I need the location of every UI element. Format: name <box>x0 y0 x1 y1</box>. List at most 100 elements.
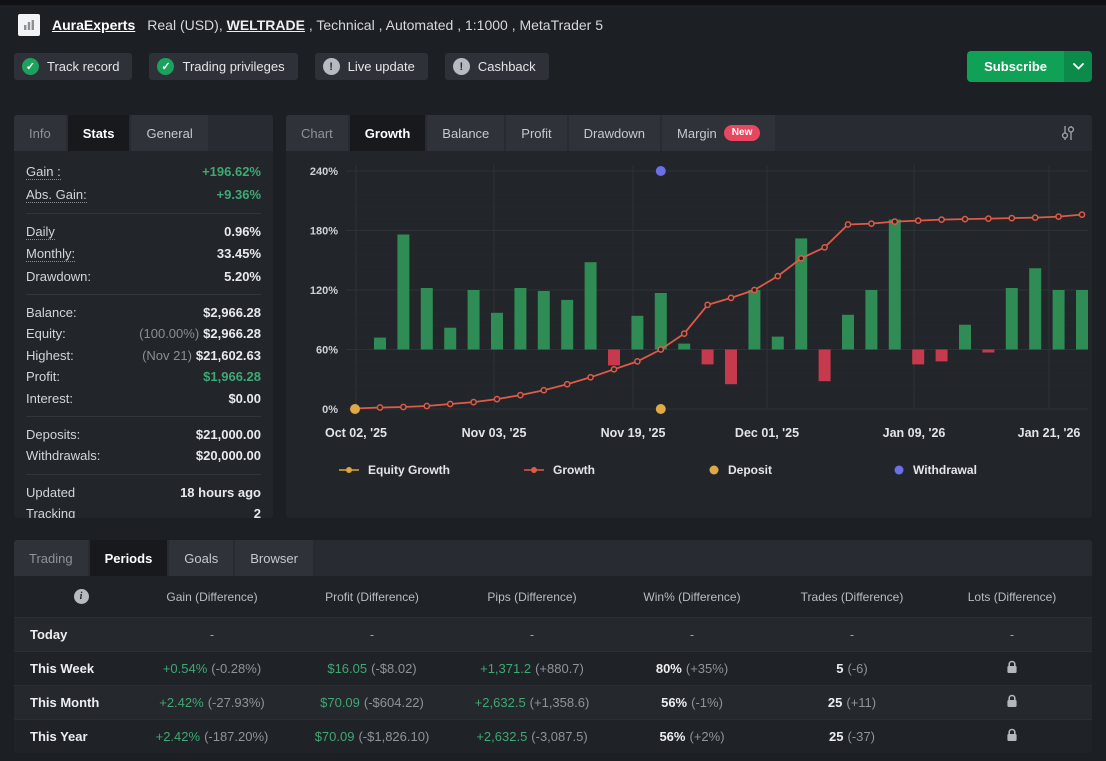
account-avatar[interactable] <box>18 14 40 36</box>
growth-bar-positive[interactable] <box>842 315 854 350</box>
tab-balance[interactable]: Balance <box>427 115 504 151</box>
tab-drawdown[interactable]: Drawdown <box>569 115 660 151</box>
subscribe-dropdown-button[interactable] <box>1064 51 1092 82</box>
growth-bar-negative[interactable] <box>936 350 948 362</box>
growth-line-marker[interactable] <box>565 382 570 387</box>
growth-line-marker[interactable] <box>377 405 382 410</box>
growth-bar-positive[interactable] <box>1053 290 1065 350</box>
growth-bar-negative[interactable] <box>702 350 714 365</box>
growth-bar-positive[interactable] <box>1076 290 1088 350</box>
legend-item-growth[interactable]: Growth <box>523 463 708 477</box>
growth-line[interactable] <box>355 215 1082 409</box>
growth-bar-positive[interactable] <box>514 288 526 350</box>
growth-line-marker[interactable] <box>962 217 967 222</box>
growth-bar-negative[interactable] <box>819 350 831 382</box>
growth-line-marker[interactable] <box>845 222 850 227</box>
growth-line-marker[interactable] <box>588 375 593 380</box>
tab-goals[interactable]: Goals <box>169 540 233 576</box>
growth-line-marker[interactable] <box>728 295 733 300</box>
growth-bar-positive[interactable] <box>374 338 386 350</box>
growth-line-marker[interactable] <box>799 256 804 261</box>
growth-line-marker[interactable] <box>1009 216 1014 221</box>
growth-bar-positive[interactable] <box>1006 288 1018 350</box>
stat-label[interactable]: Abs. Gain: <box>26 187 87 203</box>
growth-line-marker[interactable] <box>424 403 429 408</box>
tab-general[interactable]: General <box>131 115 207 151</box>
growth-bar-positive[interactable] <box>889 220 901 350</box>
growth-bar-positive[interactable] <box>491 313 503 350</box>
growth-bar-positive[interactable] <box>678 344 690 350</box>
growth-line-marker[interactable] <box>752 287 757 292</box>
badge-trading-privileges[interactable]: ✓Trading privileges <box>149 53 297 80</box>
growth-chart[interactable]: 0%60%120%180%240%Oct 02, '25Nov 03, '25N… <box>290 157 1092 451</box>
growth-line-marker[interactable] <box>448 401 453 406</box>
growth-bar-positive[interactable] <box>772 337 784 350</box>
growth-line-marker[interactable] <box>892 219 897 224</box>
deposit-marker[interactable] <box>656 404 666 414</box>
tab-stats[interactable]: Stats <box>68 115 130 151</box>
growth-line-marker[interactable] <box>1033 215 1038 220</box>
growth-line-marker[interactable] <box>939 217 944 222</box>
growth-line-marker[interactable] <box>494 397 499 402</box>
growth-line-marker[interactable] <box>471 400 476 405</box>
growth-line-marker[interactable] <box>916 218 921 223</box>
tab-trading[interactable]: Trading <box>14 540 88 576</box>
growth-bar-positive[interactable] <box>421 288 433 350</box>
tab-margin[interactable]: MarginNew <box>662 115 775 151</box>
account-name-link[interactable]: AuraExperts <box>52 17 135 33</box>
growth-bar-positive[interactable] <box>748 290 760 350</box>
growth-line-marker[interactable] <box>705 302 710 307</box>
growth-bar-positive[interactable] <box>444 328 456 350</box>
growth-line-marker[interactable] <box>682 331 687 336</box>
tab-chart[interactable]: Chart <box>286 115 348 151</box>
growth-line-marker[interactable] <box>775 274 780 279</box>
badge-track-record[interactable]: ✓Track record <box>14 53 132 80</box>
growth-bar-positive[interactable] <box>865 290 877 350</box>
growth-bar-negative[interactable] <box>725 350 737 385</box>
tab-info[interactable]: Info <box>14 115 66 151</box>
legend-item-equity-growth[interactable]: Equity Growth <box>338 463 523 477</box>
growth-line-marker[interactable] <box>635 359 640 364</box>
badge-cashback[interactable]: !Cashback <box>445 53 549 80</box>
stat-label[interactable]: Gain : <box>26 164 61 180</box>
growth-line-marker[interactable] <box>822 245 827 250</box>
subscribe-button[interactable]: Subscribe <box>967 51 1064 82</box>
stat-label[interactable]: Daily <box>26 224 55 240</box>
growth-line-marker[interactable] <box>869 221 874 226</box>
tab-periods[interactable]: Periods <box>90 540 168 576</box>
growth-bar-positive[interactable] <box>468 290 480 350</box>
subscribe-split-button[interactable]: Subscribe <box>967 51 1092 82</box>
growth-bar-positive[interactable] <box>561 300 573 350</box>
withdrawal-marker[interactable] <box>656 166 666 176</box>
growth-line-marker[interactable] <box>611 367 616 372</box>
growth-bar-positive[interactable] <box>1029 268 1041 349</box>
deposit-marker[interactable] <box>350 404 360 414</box>
growth-line-marker[interactable] <box>518 393 523 398</box>
growth-bar-positive[interactable] <box>538 291 550 350</box>
tab-profit[interactable]: Profit <box>506 115 566 151</box>
tab-growth[interactable]: Growth <box>350 115 426 151</box>
stat-label[interactable]: Monthly: <box>26 246 75 262</box>
growth-bar-positive[interactable] <box>585 262 597 349</box>
growth-bar-negative[interactable] <box>982 350 994 353</box>
chart-settings-button[interactable] <box>1058 115 1092 151</box>
growth-bar-positive[interactable] <box>959 325 971 350</box>
growth-bar-negative[interactable] <box>912 350 924 365</box>
legend-item-deposit[interactable]: Deposit <box>708 463 893 477</box>
info-icon[interactable]: i <box>74 589 89 604</box>
growth-line-marker[interactable] <box>1079 212 1084 217</box>
growth-line-marker[interactable] <box>986 216 991 221</box>
badge-live-update[interactable]: !Live update <box>315 53 428 80</box>
growth-line-marker[interactable] <box>658 347 663 352</box>
chart-tabbar: ChartGrowthBalanceProfitDrawdownMarginNe… <box>286 115 1092 151</box>
legend-item-withdrawal[interactable]: Withdrawal <box>893 463 1078 477</box>
tab-browser[interactable]: Browser <box>235 540 313 576</box>
growth-bar-negative[interactable] <box>608 350 620 366</box>
growth-bar-positive[interactable] <box>655 293 667 350</box>
growth-line-marker[interactable] <box>1056 214 1061 219</box>
growth-line-marker[interactable] <box>401 404 406 409</box>
growth-bar-positive[interactable] <box>631 316 643 350</box>
growth-bar-positive[interactable] <box>397 235 409 350</box>
growth-line-marker[interactable] <box>541 388 546 393</box>
broker-link[interactable]: WELTRADE <box>227 17 305 33</box>
